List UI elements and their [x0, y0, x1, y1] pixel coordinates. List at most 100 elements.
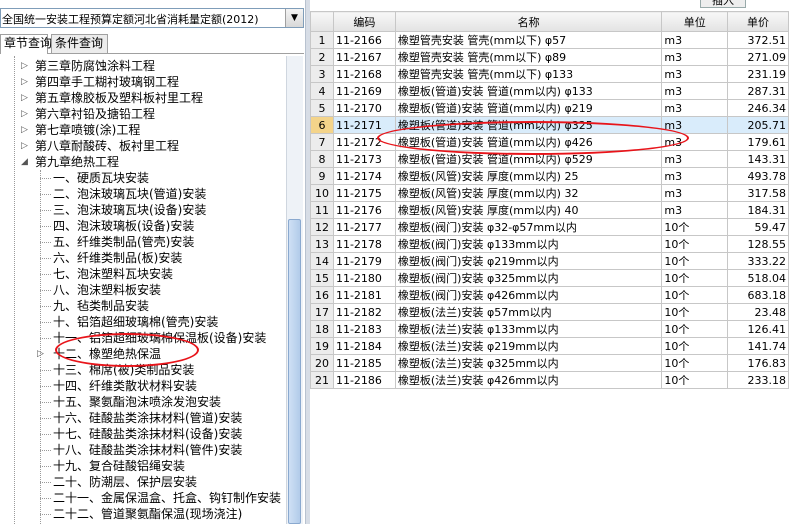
row-name[interactable]: 橡塑管壳安装 管壳(mm以下) φ57	[394, 31, 663, 49]
tree-node-section[interactable]: 四、泡沫玻璃板(设备)安装	[53, 218, 194, 234]
row-name[interactable]: 橡塑板(管道)安装 管道(mm以内) φ426	[394, 133, 663, 151]
row-unit[interactable]: 10个	[661, 218, 729, 236]
row-price[interactable]: 271.09	[727, 48, 789, 66]
table-row[interactable]: 10 11-2175 橡塑板(风管)安装 厚度(mm以内) 32 m3 317.58	[310, 184, 789, 202]
row-unit[interactable]: 10个	[661, 320, 729, 338]
row-price[interactable]: 176.83	[727, 354, 789, 372]
row-name[interactable]: 橡塑板(法兰)安装 φ426mm以内	[394, 371, 663, 389]
row-number[interactable]: 5	[310, 99, 334, 117]
expand-arrow-icon[interactable]: ▷	[21, 74, 28, 90]
row-code[interactable]: 11-2186	[332, 371, 396, 389]
row-number[interactable]: 14	[310, 252, 334, 270]
row-unit[interactable]: m3	[661, 133, 729, 151]
row-name[interactable]: 橡塑板(风管)安装 厚度(mm以内) 25	[394, 167, 663, 185]
row-code[interactable]: 11-2170	[332, 99, 396, 117]
row-name[interactable]: 橡塑板(法兰)安装 φ133mm以内	[394, 320, 663, 338]
row-price[interactable]: 493.78	[727, 167, 789, 185]
row-price[interactable]: 333.22	[727, 252, 789, 270]
row-number[interactable]: 4	[310, 82, 334, 100]
row-name[interactable]: 橡塑板(管道)安装 管道(mm以内) φ219	[394, 99, 663, 117]
expand-arrow-icon[interactable]: ▷	[21, 138, 28, 154]
row-name[interactable]: 橡塑板(风管)安装 厚度(mm以内) 40	[394, 201, 663, 219]
row-unit[interactable]: 10个	[661, 252, 729, 270]
row-price[interactable]: 179.61	[727, 133, 789, 151]
row-number[interactable]: 13	[310, 235, 334, 253]
row-number[interactable]: 17	[310, 303, 334, 321]
row-unit[interactable]: m3	[661, 99, 729, 117]
tab-condition-query[interactable]: 条件查询	[51, 34, 108, 53]
table-row[interactable]: 4 11-2169 橡塑板(管道)安装 管道(mm以内) φ133 m3 287.31	[310, 82, 789, 100]
tree-node-chapter[interactable]: ▷ 第三章防腐蚀涂料工程	[21, 58, 155, 74]
expand-arrow-icon[interactable]: ▷	[21, 90, 28, 106]
tree-node-section[interactable]: 二十、防潮层、保护层安装	[53, 474, 197, 490]
tree-node-section-selected[interactable]: ▷ 十二、橡塑绝热保温	[37, 346, 161, 362]
row-number[interactable]: 1	[310, 31, 334, 49]
scrollbar-thumb[interactable]	[288, 219, 301, 524]
row-price[interactable]: 231.19	[727, 65, 789, 83]
row-number[interactable]: 18	[310, 320, 334, 338]
table-row[interactable]: 13 11-2178 橡塑板(阀门)安装 φ133mm以内 10个 128.55	[310, 235, 789, 253]
row-name[interactable]: 橡塑板(阀门)安装 φ426mm以内	[394, 286, 663, 304]
table-row[interactable]: 12 11-2177 橡塑板(阀门)安装 φ32-φ57mm以内 10个 59.47	[310, 218, 789, 236]
row-code[interactable]: 11-2168	[332, 65, 396, 83]
tree-node-section[interactable]: 七、泡沫塑料瓦块安装	[53, 266, 173, 282]
row-number[interactable]: 10	[310, 184, 334, 202]
row-unit[interactable]: 10个	[661, 371, 729, 389]
tree-node-chapter[interactable]: ▷ 第五章橡胶板及塑料板衬里工程	[21, 90, 203, 106]
expand-arrow-icon[interactable]: ▷	[21, 106, 28, 122]
table-row[interactable]: 21 11-2186 橡塑板(法兰)安装 φ426mm以内 10个 233.18	[310, 371, 789, 389]
row-price[interactable]: 59.47	[727, 218, 789, 236]
row-unit[interactable]: m3	[661, 184, 729, 202]
insert-button[interactable]: 插入	[700, 0, 746, 8]
tree-node-section[interactable]: 二十二、管道聚氨酯保温(现场浇注)	[53, 506, 242, 522]
row-unit[interactable]: m3	[661, 48, 729, 66]
row-code[interactable]: 11-2183	[332, 320, 396, 338]
table-row[interactable]: 20 11-2185 橡塑板(法兰)安装 φ325mm以内 10个 176.83	[310, 354, 789, 372]
row-price[interactable]: 23.48	[727, 303, 789, 321]
row-code[interactable]: 11-2172	[332, 133, 396, 151]
row-name[interactable]: 橡塑板(管道)安装 管道(mm以内) φ325	[394, 116, 663, 134]
expand-arrow-icon[interactable]: ▷	[37, 346, 44, 362]
tree-node-section[interactable]: 九、毡类制品安装	[53, 298, 149, 314]
row-number[interactable]: 3	[310, 65, 334, 83]
row-price[interactable]: 184.31	[727, 201, 789, 219]
tree-node-chapter-expanded[interactable]: ◢ 第九章绝热工程	[21, 154, 119, 170]
tree-node-chapter[interactable]: ▷ 第六章衬铅及搪铅工程	[21, 106, 155, 122]
row-unit[interactable]: m3	[661, 82, 729, 100]
column-header-name[interactable]: 名称	[394, 11, 663, 32]
tab-chapter-query[interactable]: 章节查询	[0, 34, 52, 54]
tree-node-section[interactable]: 八、泡沫塑料板安装	[53, 282, 161, 298]
row-code[interactable]: 11-2185	[332, 354, 396, 372]
row-code[interactable]: 11-2167	[332, 48, 396, 66]
column-header-unit[interactable]: 单位	[661, 11, 729, 32]
tree-node-chapter[interactable]: ▷ 第八章耐酸砖、板衬里工程	[21, 138, 179, 154]
row-number[interactable]: 20	[310, 354, 334, 372]
row-price[interactable]: 287.31	[727, 82, 789, 100]
tree-node-section[interactable]: 十、铝箔超细玻璃棉(管壳)安装	[53, 314, 218, 330]
row-code[interactable]: 11-2176	[332, 201, 396, 219]
column-header-price[interactable]: 单价	[727, 11, 789, 32]
row-number[interactable]: 19	[310, 337, 334, 355]
row-name[interactable]: 橡塑管壳安装 管壳(mm以下) φ89	[394, 48, 663, 66]
row-code[interactable]: 11-2182	[332, 303, 396, 321]
row-name[interactable]: 橡塑板(风管)安装 厚度(mm以内) 32	[394, 184, 663, 202]
row-name[interactable]: 橡塑管壳安装 管壳(mm以下) φ133	[394, 65, 663, 83]
row-number[interactable]: 16	[310, 286, 334, 304]
row-name[interactable]: 橡塑板(管道)安装 管道(mm以内) φ529	[394, 150, 663, 168]
row-code[interactable]: 11-2178	[332, 235, 396, 253]
tree-node-section[interactable]: 十一、铝箔超细玻璃棉保温板(设备)安装	[53, 330, 266, 346]
row-number[interactable]: 12	[310, 218, 334, 236]
row-number[interactable]: 15	[310, 269, 334, 287]
row-name[interactable]: 橡塑板(阀门)安装 φ32-φ57mm以内	[394, 218, 663, 236]
row-unit[interactable]: 10个	[661, 269, 729, 287]
row-price[interactable]: 246.34	[727, 99, 789, 117]
tree-node-chapter[interactable]: ▷ 第七章喷镀(涂)工程	[21, 122, 140, 138]
tree-node-section[interactable]: 十八、硅酸盐类涂抹材料(管件)安装	[53, 442, 242, 458]
row-code[interactable]: 11-2175	[332, 184, 396, 202]
dropdown-arrow-icon[interactable]: ▼	[285, 9, 303, 27]
column-header-code[interactable]: 编码	[332, 11, 396, 32]
row-code[interactable]: 11-2184	[332, 337, 396, 355]
row-unit[interactable]: 10个	[661, 303, 729, 321]
row-unit[interactable]: m3	[661, 31, 729, 49]
table-row[interactable]: 5 11-2170 橡塑板(管道)安装 管道(mm以内) φ219 m3 246.34	[310, 99, 789, 117]
